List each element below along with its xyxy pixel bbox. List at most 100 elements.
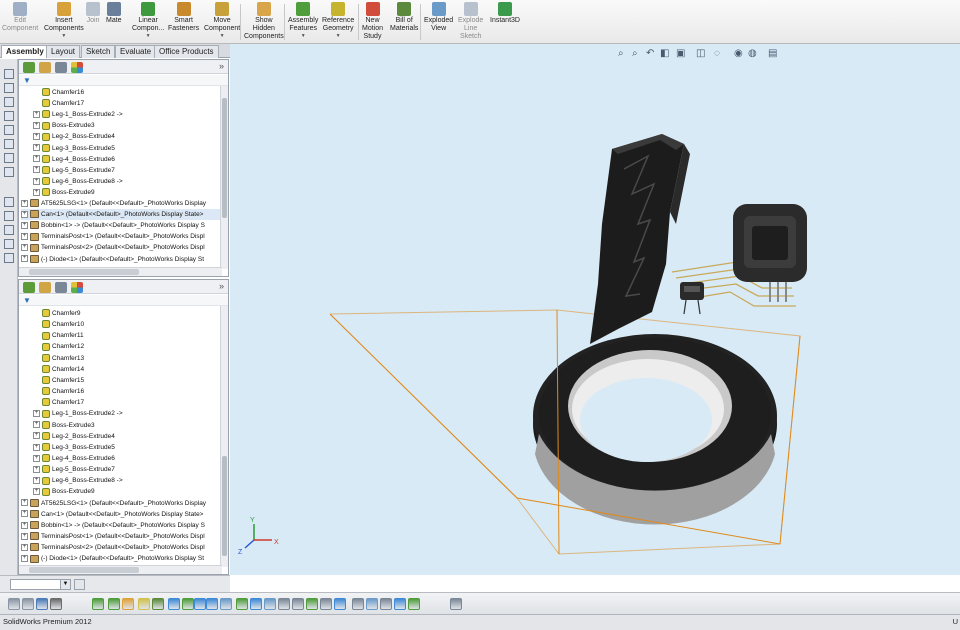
tree-component-row[interactable]: + AT5625LSG<1> (Default<<Default>_PhotoWo… [21,498,221,509]
filter-icon[interactable]: ▼ [23,76,31,85]
tab-office-products[interactable]: Office Products [154,45,219,58]
expand-toggle-icon[interactable]: + [21,532,28,540]
expand-toggle-icon[interactable]: + [33,122,40,130]
tree-feature-row[interactable]: + Boss-Extrude3 [33,420,221,431]
selection-filter-button[interactable] [36,598,48,610]
tree-component-row[interactable]: + AT5625LSG<1> (Default<<Default>_PhotoWo… [21,198,221,209]
tree-feature-row[interactable]: + Boss-Extrude9 [33,486,221,497]
pane-icon[interactable] [4,239,14,249]
tree-component-row[interactable]: + Bobbin<1> -> (Default<<Default>_PhotoWo… [21,520,221,531]
tree-feature-row[interactable]: + Leg-3_Boss-Extrude5 [33,143,221,154]
expand-toggle-icon[interactable]: + [33,477,40,485]
tree-feature-row[interactable]: Chamfer15 [33,375,221,386]
tree-component-row[interactable]: + Can<1> (Default<<Default>_PhotoWorks Di… [21,509,221,520]
expand-toggle-icon[interactable]: + [33,465,40,473]
pane-icon[interactable] [4,125,14,135]
vertical-scrollbar[interactable] [220,306,228,567]
pane-icon[interactable] [4,225,14,235]
expand-toggle-icon[interactable]: + [33,188,40,196]
selection-filter-button[interactable] [168,598,180,610]
selection-filter-button[interactable] [92,598,104,610]
tree-filter-bar[interactable]: ▼ [19,75,228,86]
expand-toggle-icon[interactable]: + [33,133,40,141]
pane-options-icon[interactable] [74,579,85,590]
pane-icon[interactable] [4,211,14,221]
selection-filter-button[interactable] [220,598,232,610]
ribbon-button[interactable]: Mate [106,2,122,25]
selection-filter-button[interactable] [306,598,318,610]
feature-manager-tab-icon[interactable] [23,62,35,73]
tree-feature-row[interactable]: + Leg-5_Boss-Extrude7 [33,464,221,475]
tree-feature-row[interactable]: Chamfer17 [33,397,221,408]
display-manager-tab-icon[interactable] [71,62,83,73]
ribbon-button[interactable]: Edit Component [2,2,38,33]
tree-feature-row[interactable]: + Leg-3_Boss-Extrude5 [33,442,221,453]
pane-icon[interactable] [4,69,14,79]
tree-feature-row[interactable]: + Leg-1_Boss-Extrude2 -> [33,408,221,419]
selection-filter-button[interactable] [292,598,304,610]
expand-toggle-icon[interactable]: + [33,410,40,418]
expand-toggle-icon[interactable]: + [33,443,40,451]
pane-icon[interactable] [4,253,14,263]
pane-icon[interactable] [4,97,14,107]
tree-feature-row[interactable]: + Leg-5_Boss-Extrude7 [33,165,221,176]
expand-toggle-icon[interactable]: + [21,233,28,241]
ribbon-button[interactable]: Insert Components ▼ [44,2,84,39]
expand-toggle-icon[interactable]: + [33,177,40,185]
tree-feature-row[interactable]: + Leg-1_Boss-Extrude2 -> [33,109,221,120]
tree-feature-row[interactable]: + Leg-6_Boss-Extrude8 -> [33,475,221,486]
ribbon-button[interactable]: Reference Geometry ▼ [322,2,354,39]
selection-filter-button[interactable] [250,598,262,610]
expand-toggle-icon[interactable]: + [33,432,40,440]
ribbon-button[interactable]: Explode Line Sketch [458,2,483,41]
dropdown-arrow-icon[interactable]: ▼ [60,579,71,590]
selection-filter-button[interactable] [50,598,62,610]
expand-toggle-icon[interactable]: + [33,166,40,174]
dropdown-arrow-icon[interactable]: ▼ [301,33,306,39]
tree-component-row[interactable]: + Bobbin<1> -> (Default<<Default>_PhotoWo… [21,220,221,231]
tree-feature-row[interactable]: Chamfer14 [33,364,221,375]
tree-feature-row[interactable]: Chamfer17 [33,98,221,109]
tree-feature-row[interactable]: + Boss-Extrude3 [33,120,221,131]
expand-toggle-icon[interactable]: + [21,210,28,218]
tree-feature-row[interactable]: Chamfer13 [33,353,221,364]
expand-toggle-icon[interactable]: + [33,144,40,152]
tree-feature-row[interactable]: + Boss-Extrude9 [33,187,221,198]
selection-filter-button[interactable] [408,598,420,610]
tree-component-row[interactable]: + (-) Diode<1> (Default<<Default>_PhotoWo… [21,553,221,564]
configuration-manager-tab-icon[interactable] [55,62,67,73]
expand-toggle-icon[interactable]: + [21,510,28,518]
expand-toggle-icon[interactable]: + [21,499,28,507]
tab-assembly[interactable]: Assembly [1,45,49,58]
expand-chevron-icon[interactable]: » [219,61,224,71]
ribbon-button[interactable]: Linear Compon... ▼ [132,2,164,39]
selection-filter-button[interactable] [352,598,364,610]
tree-feature-row[interactable]: + Leg-4_Boss-Extrude6 [33,453,221,464]
tree-feature-row[interactable]: Chamfer9 [33,308,221,319]
expand-toggle-icon[interactable]: + [33,488,40,496]
pane-icon[interactable] [4,139,14,149]
tree-component-row[interactable]: + TerminalsPost<2> (Default<<Default>_Pho… [21,542,221,553]
selection-filter-button[interactable] [366,598,378,610]
tree-feature-row[interactable]: Chamfer16 [33,386,221,397]
pane-icon[interactable] [4,153,14,163]
ribbon-button[interactable]: Bill of Materials [390,2,418,33]
pane-icon[interactable] [4,83,14,93]
expand-toggle-icon[interactable]: + [33,110,40,118]
tree-feature-row[interactable]: Chamfer10 [33,319,221,330]
tree-component-row[interactable]: + TerminalsPost<1> (Default<<Default>_Pho… [21,231,221,242]
feature-manager-tab-icon[interactable] [23,282,35,293]
selection-filter-button[interactable] [182,598,194,610]
vertical-scrollbar[interactable] [220,86,228,269]
pane-icon[interactable] [4,167,14,177]
ribbon-button[interactable]: Assembly Features ▼ [288,2,318,39]
ribbon-button[interactable]: Smart Fasteners [168,2,199,33]
selection-filter-button[interactable] [334,598,346,610]
tree-component-row[interactable]: + (-) Diode<1> (Default<<Default>_PhotoWo… [21,254,221,265]
selection-filter-button[interactable] [206,598,218,610]
selection-filter-button[interactable] [122,598,134,610]
status-units[interactable]: U [953,617,958,626]
graphics-area[interactable]: ⌕ ⌕ ↶ ◧ ▣ ◫ ◌ ◉ ◍ ▤ Y X Z [230,44,960,575]
expand-toggle-icon[interactable]: + [33,421,40,429]
tree-feature-row[interactable]: + Leg-2_Boss-Extrude4 [33,131,221,142]
